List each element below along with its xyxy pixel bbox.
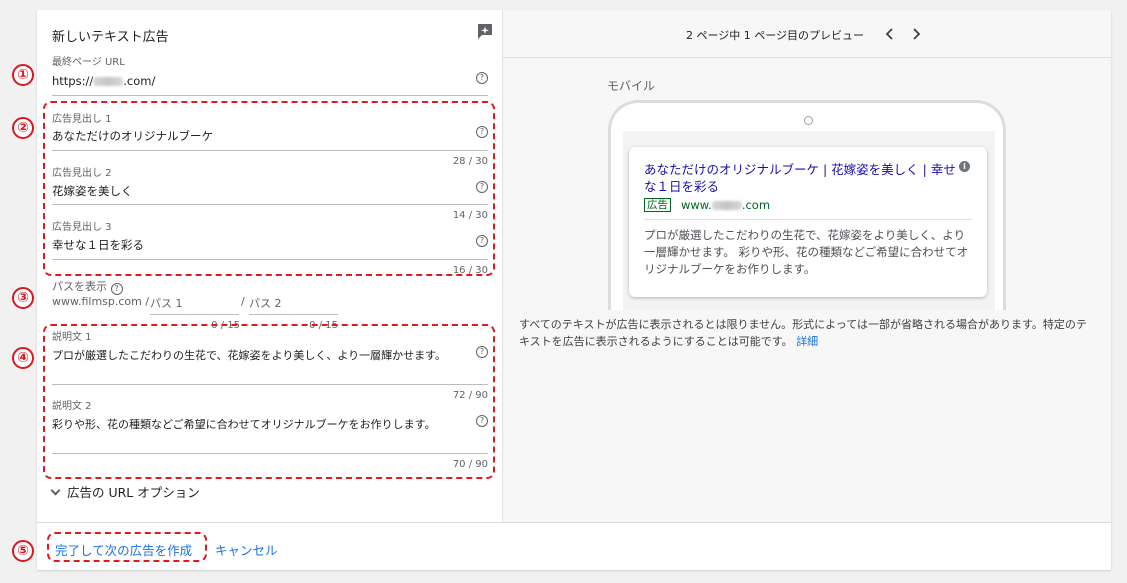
marker-2: ②	[12, 117, 34, 139]
path1-underline	[150, 314, 239, 315]
url-options-toggle[interactable]: 広告の URL オプション	[50, 482, 200, 501]
blurred-domain	[711, 201, 742, 210]
ad-preview-url: www. .com	[681, 198, 770, 212]
preview-page-indicator: 2 ページ中 1 ページ目のプレビュー	[686, 29, 865, 42]
path-separator-1: /	[145, 295, 150, 308]
final-url-help-icon[interactable]: ?	[476, 72, 488, 84]
path2-input[interactable]: パス 2	[249, 295, 282, 311]
path-help-icon[interactable]: ?	[110, 283, 123, 295]
chevron-down-icon	[50, 485, 61, 496]
path-domain-text: www.filmsp.com	[52, 295, 142, 308]
path-label-text: パスを表示	[52, 280, 107, 293]
final-url-prefix: https://	[52, 74, 94, 88]
marker-1: ①	[12, 64, 34, 86]
final-url-suffix: .com/	[123, 74, 156, 88]
feedback-icon[interactable]	[476, 22, 494, 40]
final-url-label: 最終ページ URL	[52, 57, 125, 68]
ad-badge: 広告	[644, 198, 671, 212]
marker-3: ③	[12, 287, 34, 309]
prev-page-button[interactable]	[883, 26, 897, 40]
preview-header: 2 ページ中 1 ページ目のプレビュー	[503, 10, 1111, 58]
blurred-domain	[93, 77, 124, 86]
marker-4: ④	[12, 347, 34, 369]
ad-editor-panel: 新しいテキスト広告 最終ページ URL https://.com/ ? 広告見出…	[37, 10, 1111, 570]
ad-divider	[644, 219, 972, 220]
cancel-button[interactable]: キャンセル	[215, 540, 278, 559]
path-separator-2: /	[241, 295, 245, 308]
ad-url-prefix: www.	[681, 198, 712, 212]
path1-input[interactable]: パス 1	[150, 295, 183, 311]
headlines-highlight-box	[43, 101, 495, 276]
form-title: 新しいテキスト広告	[52, 30, 169, 45]
path2-underline	[249, 314, 338, 315]
ad-preview-headline[interactable]: あなただけのオリジナルブーケ | 花嫁姿を美しく | 幸せな１日を彩る	[644, 161, 962, 195]
footer-bar: 完了して次の広告を作成 キャンセル	[37, 522, 1111, 570]
next-page-button[interactable]	[909, 26, 923, 40]
ad-preview-description: プロが厳選したこだわりの生花で、花嫁姿をより美しく、より一層輝かせます。 彩りや…	[644, 228, 969, 276]
phone-screen: あなただけのオリジナルブーケ | 花嫁姿を美しく | 幸せな１日を彩る i 広告…	[623, 131, 995, 310]
ad-form: 新しいテキスト広告 最終ページ URL https://.com/ ? 広告見出…	[37, 10, 503, 522]
details-link[interactable]: 詳細	[796, 335, 818, 348]
url-options-label: 広告の URL オプション	[67, 485, 200, 500]
marker-5: ⑤	[12, 540, 34, 562]
final-url-field[interactable]: https:// .com/	[52, 74, 155, 88]
ad-preview-card: あなただけのオリジナルブーケ | 花嫁姿を美しく | 幸せな１日を彩る i 広告…	[629, 147, 987, 297]
mobile-label: モバイル	[607, 79, 656, 93]
phone-camera-icon	[804, 116, 813, 125]
preview-pane: 2 ページ中 1 ページ目のプレビュー モバイル あなただけのオリジナルブーケ …	[503, 10, 1111, 522]
final-url-underline	[52, 95, 488, 96]
path-label: パスを表示 ?	[52, 278, 123, 295]
preview-note: すべてのテキストが広告に表示されるとは限りません。形式によっては一部が省略される…	[519, 316, 1095, 350]
chevron-right-icon	[913, 28, 921, 40]
path-domain: www.filmsp.com /	[52, 295, 149, 308]
info-icon[interactable]: i	[959, 161, 970, 172]
phone-frame: あなただけのオリジナルブーケ | 花嫁姿を美しく | 幸せな１日を彩る i 広告…	[608, 100, 1006, 310]
ad-url-suffix: .com	[741, 198, 771, 212]
descriptions-highlight-box	[43, 324, 495, 479]
done-highlight-box	[47, 532, 207, 562]
chevron-left-icon	[885, 28, 893, 40]
